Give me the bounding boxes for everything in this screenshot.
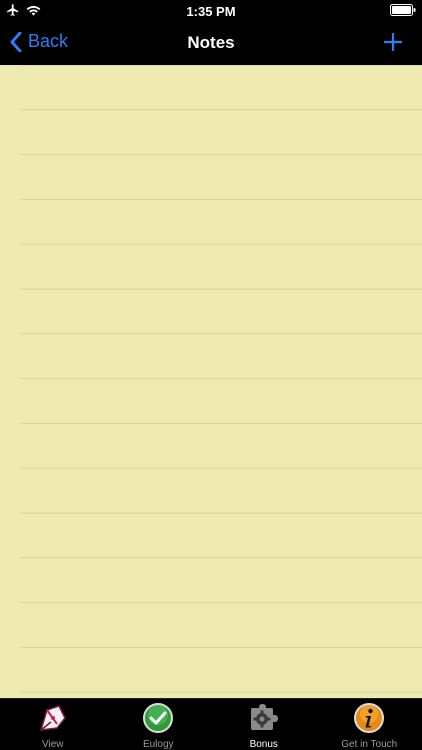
info-icon xyxy=(354,703,385,733)
tab-get-in-touch[interactable]: Get in Touch xyxy=(317,699,422,750)
tab-label-get-in-touch: Get in Touch xyxy=(341,739,398,750)
tab-eulogy[interactable]: Eulogy xyxy=(106,699,212,750)
status-time: 1:35 PM xyxy=(186,4,236,19)
note-text-area[interactable] xyxy=(20,65,422,698)
tab-bar: View Eulogy Bonus Get in Touch xyxy=(0,698,422,750)
puzzle-gear-icon xyxy=(250,704,278,730)
tab-view[interactable]: View xyxy=(0,699,106,750)
plus-icon[interactable] xyxy=(382,31,404,53)
tab-label-bonus: Bonus xyxy=(249,739,278,750)
notepad xyxy=(0,65,422,698)
tab-label-eulogy: Eulogy xyxy=(142,739,174,750)
checkmark-icon xyxy=(143,703,174,733)
tab-bonus[interactable]: Bonus xyxy=(211,699,317,750)
status-bar: 1:35 PM xyxy=(0,0,422,22)
page-title: Notes xyxy=(187,33,235,52)
pen-nib-icon xyxy=(39,705,66,731)
nav-bar: Back Notes xyxy=(0,22,422,65)
screen: 1:35 PM Back Notes View Eulogy Bonus Get… xyxy=(0,0,422,750)
battery-icon xyxy=(390,4,416,16)
tab-label-view: View xyxy=(42,739,64,750)
status-right xyxy=(390,4,416,19)
